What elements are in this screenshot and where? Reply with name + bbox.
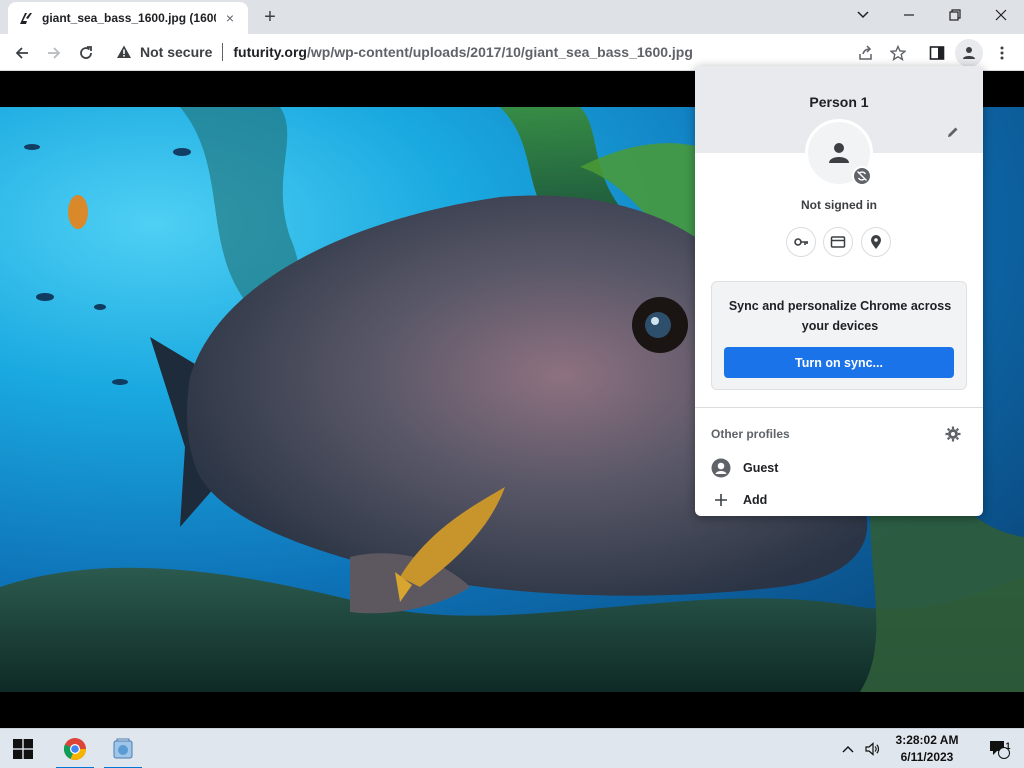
system-clock[interactable]: 3:28:02 AM 6/11/2023 <box>884 732 970 766</box>
restore-icon <box>949 9 961 21</box>
gear-icon <box>945 426 961 442</box>
restore-button[interactable] <box>932 0 978 30</box>
person-icon <box>829 143 849 163</box>
kebab-menu-icon <box>1000 46 1004 60</box>
location-pin-icon <box>871 235 881 249</box>
clock-date: 6/11/2023 <box>900 750 954 764</box>
person-icon <box>963 47 975 59</box>
windows-taskbar: 3:28:02 AM 6/11/2023 1 <box>0 728 1024 768</box>
reload-button[interactable] <box>72 39 100 67</box>
forward-arrow-icon <box>48 47 61 59</box>
side-panel-icon <box>929 46 945 60</box>
futurity-favicon-icon <box>18 10 34 26</box>
security-label[interactable]: Not secure <box>140 44 212 60</box>
taskbar-app[interactable] <box>100 729 146 768</box>
star-icon <box>890 45 906 61</box>
clock-time: 3:28:02 AM <box>895 733 959 747</box>
chevron-up-icon <box>842 746 854 753</box>
menu-divider <box>695 407 983 408</box>
side-panel-button[interactable] <box>923 39 951 67</box>
profile-button[interactable] <box>955 39 983 67</box>
edit-profile-button[interactable] <box>943 122 963 142</box>
addresses-button[interactable] <box>861 227 891 257</box>
sync-promo-card: Sync and personalize Chrome across your … <box>711 281 967 390</box>
back-button[interactable] <box>8 39 36 67</box>
tab-strip: giant_sea_bass_1600.jpg (1600× × + <box>0 0 1024 34</box>
tab-search-button[interactable] <box>840 0 886 30</box>
add-profile-button[interactable]: Add <box>711 488 767 512</box>
chevron-down-icon <box>857 11 869 19</box>
tab-close-button[interactable]: × <box>222 10 238 26</box>
forward-button[interactable] <box>40 39 68 67</box>
credit-card-icon <box>830 236 846 248</box>
sign-in-status: Not signed in <box>801 198 877 212</box>
taskbar-chrome[interactable] <box>52 729 98 768</box>
other-profiles-heading: Other profiles <box>711 427 790 441</box>
sync-off-icon <box>857 171 867 181</box>
url-path: /wp/wp-content/uploads/2017/10/giant_sea… <box>306 44 693 60</box>
pencil-icon <box>948 127 958 137</box>
start-button[interactable] <box>0 729 46 768</box>
app-icon <box>113 738 133 759</box>
profile-row-guest[interactable]: Guest <box>711 456 778 480</box>
chrome-icon <box>63 738 86 760</box>
warning-icon[interactable] <box>116 44 132 60</box>
sync-paused-badge <box>852 166 872 186</box>
guest-avatar-icon <box>711 458 731 478</box>
address-bar[interactable]: Not secure futurity.org/wp/wp-content/up… <box>106 37 846 67</box>
speaker-icon <box>865 742 880 756</box>
add-profile-label: Add <box>743 493 768 507</box>
turn-on-sync-button[interactable]: Turn on sync... <box>724 347 954 378</box>
new-tab-button[interactable]: + <box>258 5 282 29</box>
menu-button[interactable] <box>988 39 1016 67</box>
url-host: futurity.org <box>233 44 307 60</box>
manage-profiles-button[interactable] <box>943 424 963 444</box>
windows-logo-icon <box>13 739 33 759</box>
notifications-button[interactable]: 1 <box>976 729 1022 768</box>
minimize-button[interactable] <box>886 0 932 30</box>
key-icon <box>794 238 808 246</box>
volume-button[interactable] <box>860 729 884 768</box>
back-arrow-icon <box>15 47 28 59</box>
notification-count: 1 <box>1005 741 1011 751</box>
profile-row-label: Guest <box>743 461 779 475</box>
plus-icon <box>711 490 731 510</box>
share-icon <box>859 45 872 60</box>
profile-name: Person 1 <box>809 94 869 110</box>
close-icon <box>995 9 1007 21</box>
reload-icon <box>80 46 92 59</box>
url-text[interactable]: futurity.org/wp/wp-content/uploads/2017/… <box>233 44 693 60</box>
omnibox-separator <box>222 43 224 61</box>
profile-menu: Person 1 Not signed in Sync and personal… <box>695 66 983 516</box>
tab-title: giant_sea_bass_1600.jpg (1600× <box>42 11 216 25</box>
sync-promo-text: Sync and personalize Chrome across your … <box>728 299 952 333</box>
minimize-icon <box>904 14 914 16</box>
payment-methods-button[interactable] <box>823 227 853 257</box>
show-hidden-icons-button[interactable] <box>836 729 860 768</box>
tab-active[interactable]: giant_sea_bass_1600.jpg (1600× × <box>8 2 248 34</box>
close-window-button[interactable] <box>978 0 1024 30</box>
bookmark-button[interactable] <box>884 39 912 67</box>
share-button[interactable] <box>852 39 880 67</box>
passwords-button[interactable] <box>786 227 816 257</box>
